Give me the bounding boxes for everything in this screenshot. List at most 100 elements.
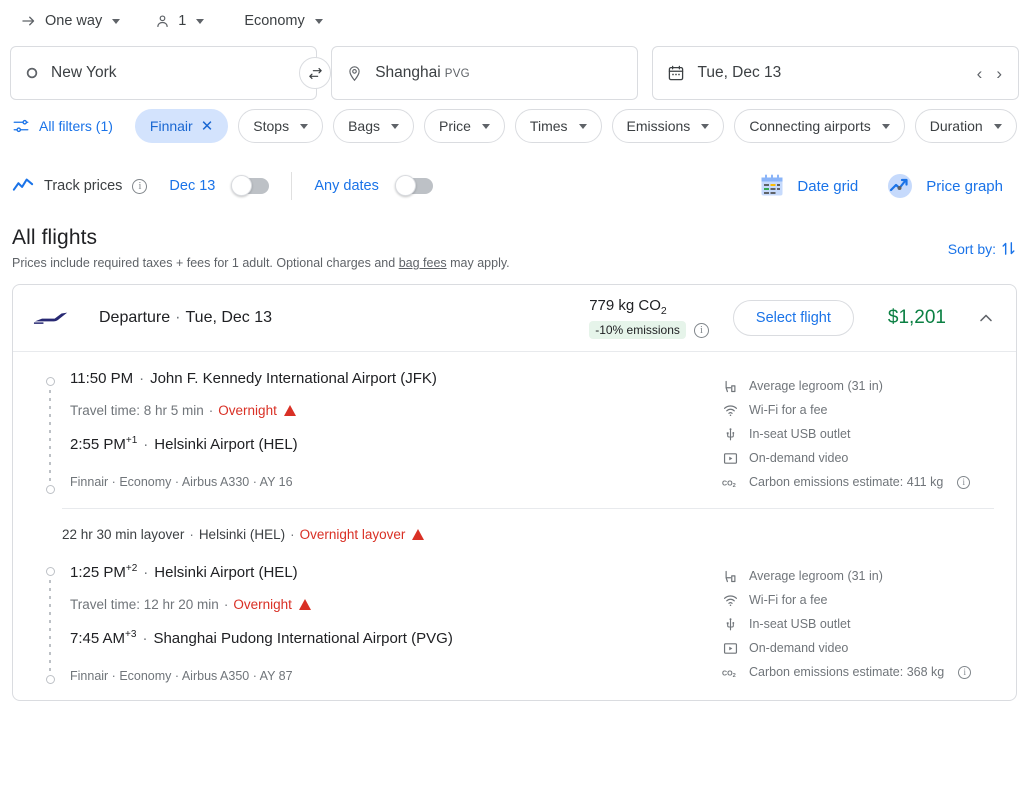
separator-dot: · [223,597,229,612]
layover-overnight-note: Overnight layover [299,527,406,542]
info-icon[interactable]: i [693,322,709,338]
amenity-label: Wi-Fi for a fee [749,593,828,607]
leg-overnight-note: Overnight [218,403,277,418]
chevron-down-icon [701,123,710,129]
flight-card-header[interactable]: Departure · Tue, Dec 13 779 kg CO2 -10% em… [13,285,1016,351]
all-flights-section-header: All flights Prices include required taxe… [0,214,1029,270]
destination-code: PVG [444,68,470,80]
date-grid-button[interactable]: Date grid [745,173,872,199]
filter-chip-duration[interactable]: Duration [914,109,1017,143]
date-grid-icon [759,173,785,199]
amenity-label: Wi-Fi for a fee [749,403,828,417]
warning-icon [283,405,296,416]
close-icon[interactable]: ✕ [201,119,214,134]
info-icon[interactable]: i [958,665,972,679]
usb-icon [722,617,739,632]
all-flights-subtitle: Prices include required taxes + fees for… [12,256,1017,270]
emissions-subscript: 2 [660,305,667,317]
any-dates-toggle[interactable] [394,175,433,196]
location-pin-icon [346,65,363,82]
flight-leg: 1:25 PM+2 · Helsinki Airport (HEL) Travel … [13,558,1016,684]
filter-chip-label: Emissions [626,118,691,134]
flight-price: $1,201 [887,307,946,328]
amenity-label: On-demand video [749,451,849,465]
status-badge: -10% emissions [589,321,686,339]
amenity-label: Carbon emissions estimate: 411 kg [749,475,944,489]
track-prices-group: Track prices i Dec 13 [12,175,270,196]
bag-fees-link[interactable]: bag fees [399,256,447,270]
layover-row: 22 hr 30 min layover · Helsinki (HEL) · Over… [62,508,994,558]
trip-type-selector[interactable]: One way [12,4,128,38]
filter-chip-finnair[interactable]: Finnair ✕ [134,109,229,143]
separator-dot: · [143,564,149,581]
leg-travel-time: Travel time: 8 hr 5 min [70,403,204,418]
info-icon[interactable]: i [957,475,971,489]
trending-chart-icon [12,177,34,195]
person-icon [154,13,171,30]
timeline-end-dot-icon [45,675,55,684]
filter-chip-connecting-airports[interactable]: Connecting airports [734,109,905,143]
info-icon[interactable]: i [132,178,148,194]
legroom-icon [722,569,739,584]
departure-date-input[interactable]: Tue, Dec 13 ‹ › [652,46,1020,100]
timeline-end-dot-icon [45,485,55,494]
leg-arrival-day-offset: +1 [125,435,138,446]
destination-city: Shanghai [375,64,441,81]
flight-card-title: Departure · Tue, Dec 13 [99,309,272,327]
leg-departure-airport: Helsinki Airport (HEL) [154,564,298,581]
origin-input[interactable]: New York [10,46,318,100]
sort-arrows-icon [1000,240,1017,257]
filter-chip-emissions[interactable]: Emissions [611,109,725,143]
leg-details: 1:25 PM+2 · Helsinki Airport (HEL) Travel … [65,558,722,684]
cabin-class-selector[interactable]: Economy [236,4,330,38]
departure-date: Tue, Dec 13 [185,309,273,326]
filter-chip-stops[interactable]: Stops [238,109,324,143]
svg-text:CO: CO [722,479,733,487]
price-graph-label: Price graph [926,177,1003,195]
timeline-dotted-line-icon [49,390,51,481]
tools-group: Date grid Price graph [745,172,1017,200]
leg-departure-line: 11:50 PM · John F. Kennedy International A… [70,368,722,393]
filter-chip-label: Duration [929,118,983,134]
select-flight-button[interactable]: Select flight [732,300,854,336]
swap-horizontal-icon [307,65,324,82]
filter-chip-bags[interactable]: Bags [333,109,415,143]
video-icon [722,641,739,656]
collapse-button[interactable] [976,308,996,328]
flight-result-card: Departure · Tue, Dec 13 779 kg CO2 -10% em… [12,284,1017,701]
destination-value: Shanghai PVG [375,64,470,82]
usb-icon [722,427,739,442]
arrow-right-icon [20,12,38,30]
filter-chip-label: Stops [253,118,290,134]
amenity-video: On-demand video [722,446,994,470]
flight-leg: 11:50 PM · John F. Kennedy International A… [13,368,1016,494]
search-options-row: One way 1 Economy [0,0,1029,42]
track-date-toggle[interactable] [231,175,270,196]
filter-chip-times[interactable]: Times [514,109,602,143]
leg-overnight-note: Overnight [233,597,292,612]
leg-arrival-time: 2:55 PM [70,436,126,453]
divider [291,172,293,200]
amenity-wifi: Wi-Fi for a fee [722,398,994,422]
leg-details: 11:50 PM · John F. Kennedy International A… [65,368,722,494]
all-filters-button[interactable]: All filters (1) [12,117,125,135]
previous-date-button[interactable]: ‹ [977,65,983,82]
video-icon [722,451,739,466]
destination-input[interactable]: Shanghai PVG [331,46,639,100]
any-dates-label: Any dates [314,178,379,194]
swap-button[interactable] [299,57,332,89]
finnair-logo-icon [33,309,71,327]
filter-chip-price[interactable]: Price [424,109,505,143]
sort-by-button[interactable]: Sort by: [948,240,1017,257]
track-prices-label: Track prices [44,178,123,194]
co2-icon: CO 2 [722,666,739,679]
price-graph-button[interactable]: Price graph [872,172,1017,200]
next-date-button[interactable]: › [996,65,1002,82]
search-fields-row: New York Shanghai PVG Tue, Dec 13 ‹ › [0,46,1029,100]
leg-departure-line: 1:25 PM+2 · Helsinki Airport (HEL) [70,558,722,587]
passenger-count-selector[interactable]: 1 [146,4,212,38]
chevron-down-icon [481,123,490,129]
tune-icon [12,117,30,135]
leg-travel-time: Travel time: 12 hr 20 min [70,597,219,612]
amenity-label: In-seat USB outlet [749,617,851,631]
